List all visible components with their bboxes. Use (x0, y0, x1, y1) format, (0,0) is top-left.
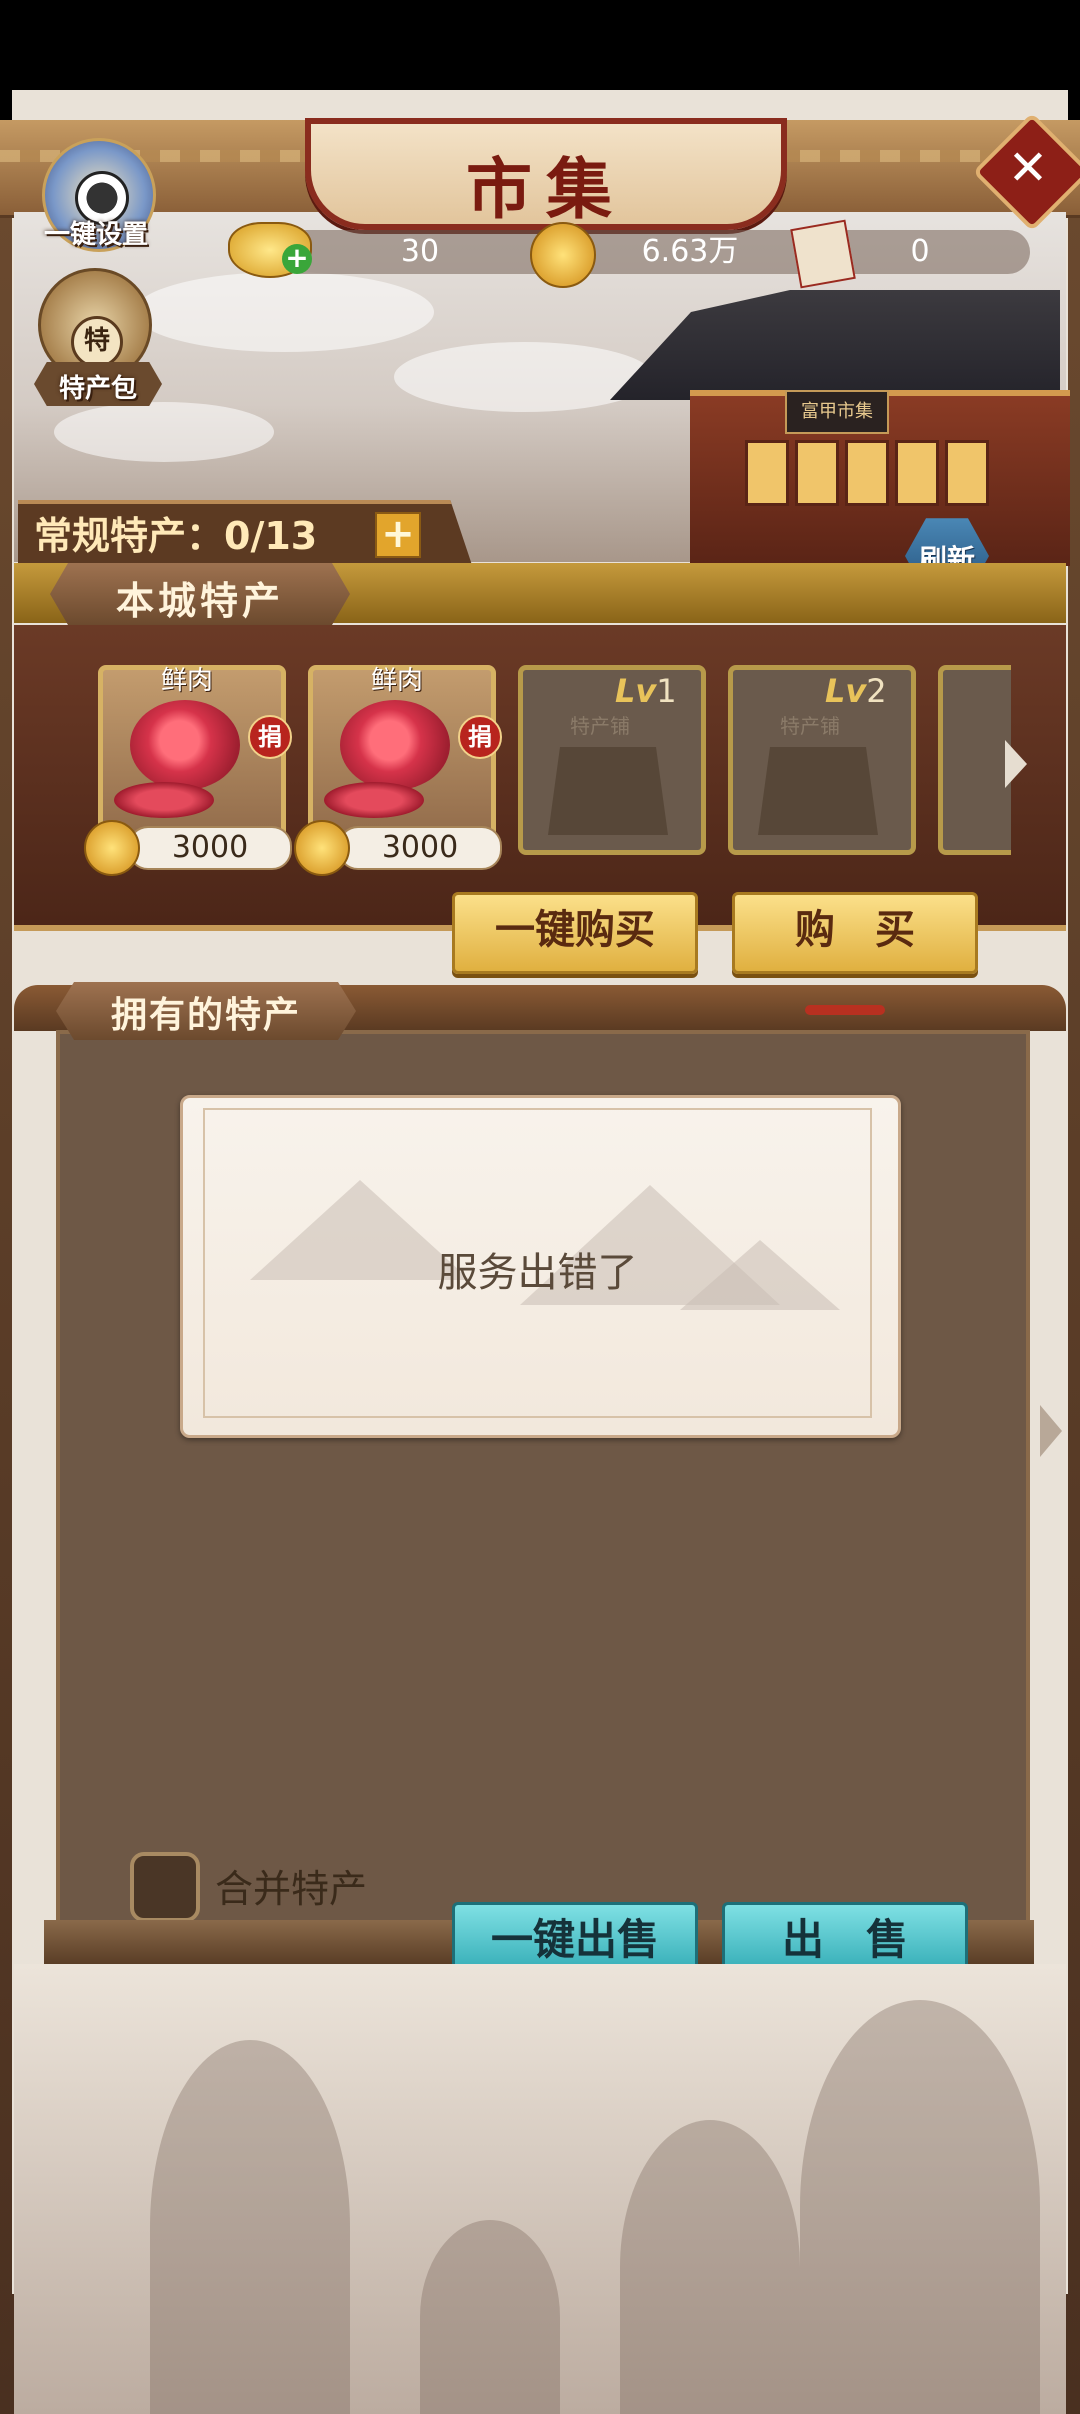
locked-level: Lv1 (615, 672, 677, 710)
window (795, 440, 839, 506)
coin-icon (530, 222, 596, 288)
window (845, 440, 889, 506)
coin-icon (294, 820, 350, 876)
donate-badge: 捐 (458, 715, 502, 759)
local-special-title: 本城特产 (115, 579, 284, 623)
chevron-right-icon[interactable] (1040, 1405, 1062, 1457)
ticket-icon (790, 219, 856, 289)
cloud (54, 402, 274, 462)
merge-label[interactable]: 合并特产 (215, 1858, 367, 1913)
ticket-amount: 0 (910, 234, 930, 269)
title-plaque: 市集 (305, 118, 787, 230)
window (745, 440, 789, 506)
donate-badge: 捐 (248, 715, 292, 759)
special-bag-label: 特产包 (58, 374, 137, 404)
scroll-right-icon[interactable] (1005, 740, 1027, 788)
cloud (394, 342, 654, 412)
meat-icon (130, 700, 240, 790)
mountain-decoration (150, 2040, 350, 2414)
normal-special-count: 常规特产：0/13 (34, 505, 317, 560)
item-price: 3000 (338, 826, 502, 870)
add-ingot-icon[interactable]: + (282, 244, 312, 274)
merge-checkbox[interactable] (130, 1852, 200, 1922)
locked-level: Lv2 (825, 672, 887, 710)
coin-amount: 6.63万 (641, 234, 739, 269)
item-name: 鲜肉 (370, 666, 423, 696)
lv-prefix: Lv (615, 672, 657, 710)
lv-number: 2 (866, 672, 887, 710)
window (945, 440, 989, 506)
building-sign: 富甲市集 (785, 390, 889, 434)
locked-shop-label: 特产铺 (570, 714, 630, 738)
page-title: 市集 (466, 150, 626, 228)
close-icon[interactable]: ✕ (990, 130, 1066, 206)
one-key-setting-label: 一键设置 (43, 220, 148, 250)
owned-header-marker (805, 1005, 885, 1015)
owned-special-title: 拥有的特产 (110, 995, 301, 1036)
mountain-decoration (420, 2220, 560, 2414)
buy-all-button[interactable]: 一键购买 (452, 892, 698, 974)
meat-slice-icon (114, 782, 214, 818)
item-name: 鲜肉 (160, 666, 213, 696)
buy-button[interactable]: 购 买 (732, 892, 978, 974)
meat-slice-icon (324, 782, 424, 818)
lv-number: 1 (656, 672, 677, 710)
mountain-decoration (800, 2000, 1040, 2414)
mountain-decoration (620, 2120, 800, 2414)
add-special-button[interactable]: + (375, 512, 421, 558)
normal-special-value: 0/13 (224, 514, 318, 558)
locked-shop-label: 特产铺 (780, 714, 840, 738)
item-price: 3000 (128, 826, 292, 870)
cloud (134, 272, 434, 352)
market-screen: { "header": { "title": "市集", "one_key_se… (0, 0, 1080, 2414)
coin-icon (84, 820, 140, 876)
meat-icon (340, 700, 450, 790)
normal-special-label: 常规特产： (34, 514, 225, 558)
special-badge: 特 (71, 316, 123, 368)
ingot-amount: 30 (400, 234, 440, 269)
error-message: 服务出错了 (437, 1250, 638, 1296)
window (895, 440, 939, 506)
locked-shop-card[interactable] (938, 665, 1011, 855)
lv-prefix: Lv (825, 672, 867, 710)
